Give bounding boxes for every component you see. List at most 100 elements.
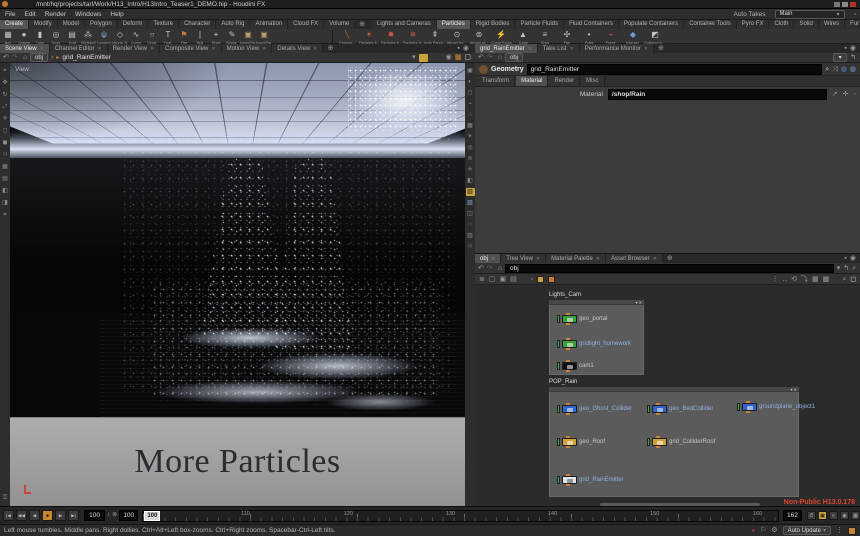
tool-null[interactable]: ❘Null: [192, 30, 208, 45]
shelf-tab-solid[interactable]: Solid: [794, 20, 818, 29]
netbox-header[interactable]: [549, 300, 644, 305]
close-icon[interactable]: [150, 46, 154, 52]
range-end-field[interactable]: 162: [783, 510, 802, 521]
display-points-icon[interactable]: [466, 111, 475, 119]
loop-mode-icon[interactable]: [818, 511, 827, 520]
path-current-node[interactable]: grid_RainEmitter: [62, 54, 110, 61]
takes-menu-icon[interactable]: [854, 10, 856, 19]
path-dropdown-icon[interactable]: [837, 264, 841, 273]
close-icon[interactable]: [40, 46, 44, 52]
status-message-icon[interactable]: [760, 526, 766, 535]
tool-tube[interactable]: ▮Tube: [32, 30, 48, 45]
pane-tab-motion-view[interactable]: Motion View: [222, 44, 273, 53]
shelf-tab-volume[interactable]: Volume: [324, 20, 355, 29]
view-lasso-icon[interactable]: [446, 53, 452, 62]
close-icon[interactable]: [211, 46, 215, 52]
tool-particles-from-2[interactable]: ✹Particles fr...: [380, 30, 402, 45]
move-tool-icon[interactable]: [1, 79, 10, 87]
network-dots-icon[interactable]: [782, 275, 787, 284]
tool-metaball[interactable]: ⁂Metaball: [80, 30, 96, 45]
tool-cone[interactable]: ▲Cone: [512, 30, 534, 45]
new-pane-tab-icon[interactable]: [658, 44, 664, 53]
close-icon[interactable]: [570, 46, 574, 52]
memory-indicator-icon[interactable]: [848, 527, 856, 535]
pane-tab-tree-view[interactable]: Tree View: [501, 254, 546, 263]
template-flag[interactable]: [557, 405, 560, 413]
play-reverse-button[interactable]: [29, 510, 40, 521]
param-path-root-chip[interactable]: obj: [505, 53, 523, 62]
shelf-tab-character[interactable]: Character: [179, 20, 216, 29]
pose-tool-icon[interactable]: [1, 127, 10, 135]
new-pane-tab-icon[interactable]: [667, 254, 673, 263]
tool-lsystem[interactable]: ψLsystem: [96, 30, 112, 45]
network-color-icon[interactable]: [531, 275, 533, 284]
path-forward-icon[interactable]: [487, 53, 493, 62]
path-forward-icon[interactable]: [487, 264, 493, 273]
shelf-tab-lights-cameras[interactable]: Lights and Cameras: [372, 20, 437, 29]
tool-spacepaint-2[interactable]: ▣SpacePai...: [256, 30, 272, 45]
range-limit-icon[interactable]: [107, 511, 110, 520]
template-flag[interactable]: [557, 315, 560, 323]
display-wire-icon[interactable]: [466, 89, 475, 97]
select-tool-icon[interactable]: [1, 67, 10, 75]
param-tab-render[interactable]: Render: [549, 76, 580, 86]
rotate-tool-icon[interactable]: [1, 91, 10, 99]
display-shade-icon[interactable]: [466, 78, 475, 86]
network-overview-icon[interactable]: [823, 275, 830, 284]
status-more-icon[interactable]: [836, 526, 843, 535]
display-grid-icon[interactable]: [466, 122, 475, 130]
param-jump-icon[interactable]: [850, 53, 856, 62]
jump-arrows-icon[interactable]: [832, 65, 838, 74]
pane-tab-composite-view[interactable]: Composite View: [160, 44, 221, 53]
window-close-button[interactable]: [850, 2, 856, 7]
view-lock-icon[interactable]: [455, 53, 462, 62]
geometry-node-icon[interactable]: [562, 315, 577, 323]
shelf-tab-container-tools[interactable]: Container Tools: [684, 20, 737, 29]
close-icon[interactable]: [313, 46, 317, 52]
geometry-node-icon[interactable]: [742, 403, 757, 411]
pane-tab-scene-view[interactable]: Scene View: [0, 44, 50, 53]
display-normals-icon[interactable]: [466, 100, 475, 108]
take-selector[interactable]: Main: [775, 10, 845, 19]
snap-point-icon[interactable]: [1, 187, 10, 195]
pane-tab-obj[interactable]: obj: [475, 254, 501, 263]
network-badges-icon[interactable]: [500, 275, 507, 284]
snap-multi-icon[interactable]: [1, 199, 10, 207]
network-back-arrow-icon[interactable]: [843, 264, 849, 273]
tool-fan[interactable]: ✣Fan: [556, 30, 578, 45]
status-error-icon[interactable]: [751, 528, 755, 534]
menu-windows[interactable]: Windows: [75, 11, 101, 18]
node-geo-ghost-collider[interactable]: geo_Ghost_Collider: [557, 404, 632, 414]
view-layout-icon[interactable]: [464, 53, 471, 62]
pane-maximize-icon[interactable]: [457, 44, 459, 53]
shelf-tab-polygon[interactable]: Polygon: [85, 20, 118, 29]
template-flag[interactable]: [557, 476, 560, 484]
network-orange-flag-icon[interactable]: [548, 276, 555, 283]
close-icon[interactable]: [653, 256, 657, 262]
tool-attract-with[interactable]: ⊚Attract wi...: [468, 30, 490, 45]
tool-curve[interactable]: ∿Curve: [128, 30, 144, 45]
material-menu-icon[interactable]: [843, 90, 849, 99]
network-names-icon[interactable]: [510, 275, 517, 284]
path-root-chip[interactable]: obj: [30, 53, 48, 62]
pane-tab-asset-browser[interactable]: Asset Browser: [606, 254, 663, 263]
key-tool-icon[interactable]: [1, 151, 10, 159]
network-yellow-flag-icon[interactable]: [537, 276, 544, 283]
param-history-dropdown[interactable]: [833, 53, 847, 62]
shelf-tab-animation[interactable]: Animation: [250, 20, 288, 29]
camera-node-icon[interactable]: [562, 362, 577, 370]
node-groundplane-object1[interactable]: groundplane_object1: [737, 402, 815, 412]
menu-file[interactable]: File: [5, 11, 15, 18]
network-search-icon[interactable]: [852, 264, 856, 273]
pane-tab-performance-monitor[interactable]: Performance Monitor: [580, 44, 654, 53]
tool-spacepaint-1[interactable]: ▣SpacePai...: [240, 30, 256, 45]
pane-tab-material-palette[interactable]: Material Palette: [546, 254, 606, 263]
shelf-tab-populate-containers[interactable]: Populate Containers: [619, 20, 684, 29]
snap-prim-icon[interactable]: [1, 175, 10, 183]
tool-auto-parcour[interactable]: ⇞Auto Parco...: [424, 30, 446, 45]
cook-mode-selector[interactable]: Auto Update: [783, 526, 831, 535]
display-misc-icon[interactable]: [466, 243, 475, 251]
shelf-tab-modify[interactable]: Modify: [29, 20, 58, 29]
pane-menu-icon[interactable]: [850, 44, 856, 53]
param-expand-icon[interactable]: [854, 90, 856, 99]
